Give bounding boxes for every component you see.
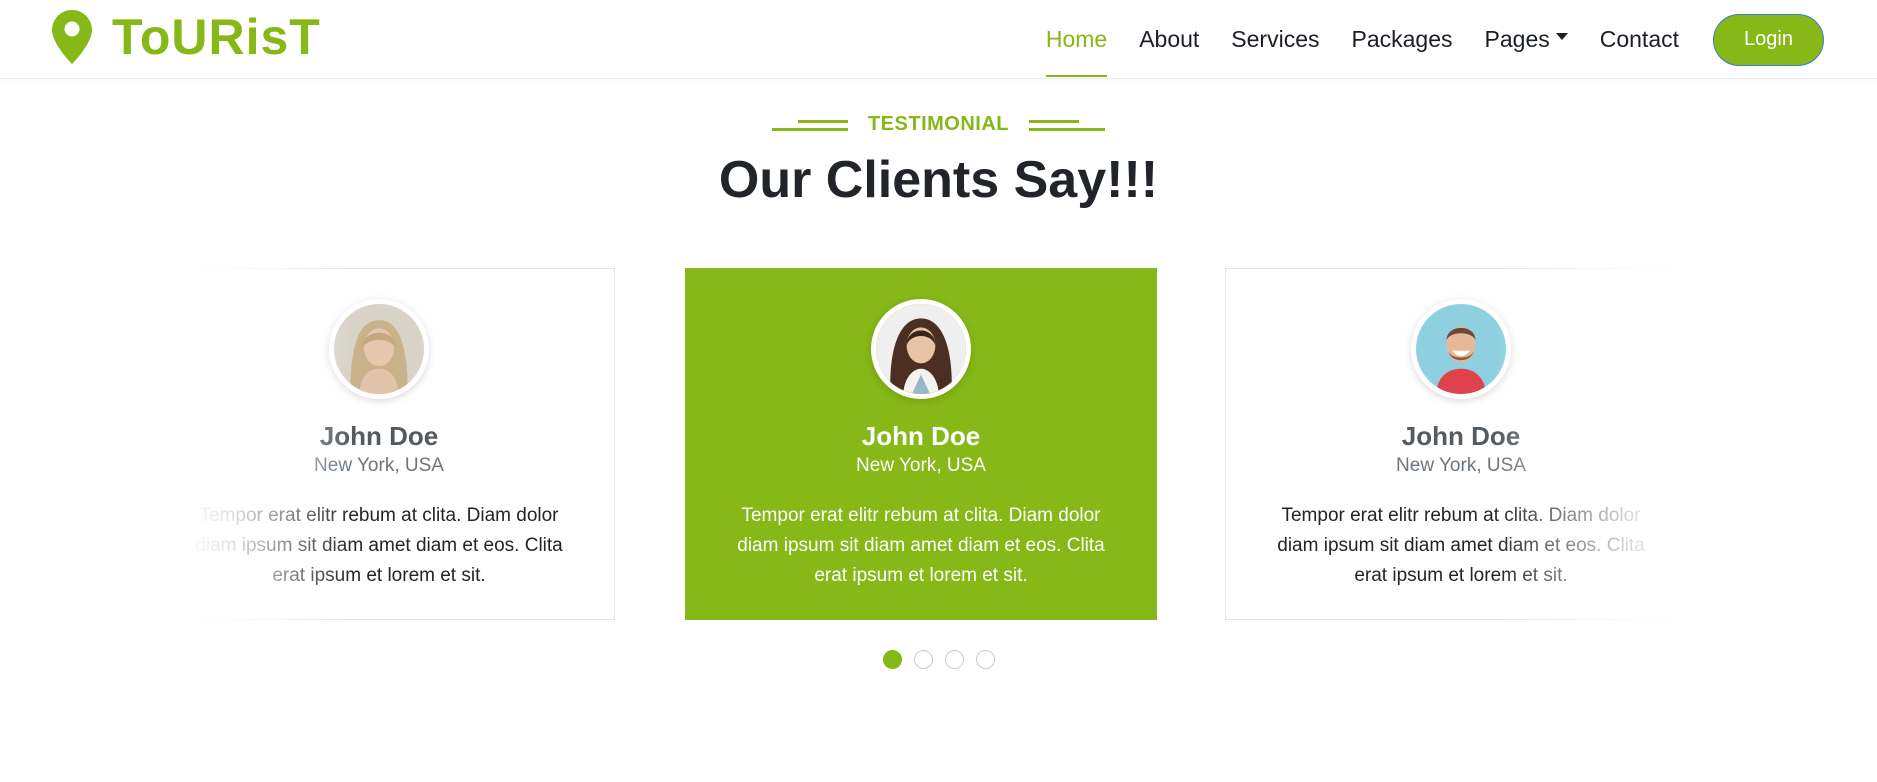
client-quote: Tempor erat elitr rebum at clita. Diam d…: [195, 505, 563, 586]
caret-down-icon: [1555, 33, 1568, 40]
avatar: [1411, 299, 1511, 399]
label-lines-right: [1029, 118, 1106, 132]
client-quote: Tempor erat elitr rebum at clita. Diam d…: [1277, 505, 1645, 586]
avatar: [329, 299, 429, 399]
nav-home[interactable]: Home: [1045, 0, 1108, 79]
carousel-dot-2[interactable]: [913, 650, 933, 669]
carousel-dot-1[interactable]: [882, 650, 902, 669]
nav-contact[interactable]: Contact: [1600, 0, 1679, 79]
testimonial-carousel[interactable]: John Doe New York, USA Tempor erat elitr…: [183, 268, 1695, 620]
client-quote: Tempor erat elitr rebum at clita. Diam d…: [737, 505, 1105, 586]
section-eyebrow: TESTIMONIAL: [867, 113, 1010, 135]
woman-brunette-avatar-icon: [876, 304, 966, 394]
client-name: John Doe: [1401, 421, 1521, 451]
client-name: John Doe: [861, 421, 981, 451]
nav-packages[interactable]: Packages: [1352, 0, 1453, 79]
section-label: TESTIMONIAL: [0, 113, 1877, 136]
label-lines-left: [771, 118, 848, 132]
avatar: [871, 299, 971, 399]
client-name: John Doe: [319, 421, 439, 451]
man-laughing-avatar-icon: [1416, 304, 1506, 394]
section-title: Our Clients Say!!!: [718, 151, 1159, 209]
client-location: New York, USA: [1396, 455, 1526, 476]
carousel-pagination: [0, 650, 1877, 669]
navbar: ToURisT Home About Services Packages Pag…: [0, 0, 1877, 79]
carousel-dot-3[interactable]: [944, 650, 964, 669]
nav-pages-dropdown[interactable]: Pages: [1485, 0, 1568, 79]
testimonial-card-active: John Doe New York, USA Tempor erat elitr…: [685, 268, 1157, 620]
login-button[interactable]: Login: [1713, 13, 1824, 66]
nav-about[interactable]: About: [1139, 0, 1199, 79]
client-location: New York, USA: [856, 455, 986, 476]
brand-logo[interactable]: ToURisT: [52, 10, 321, 64]
testimonial-card: John Doe New York, USA Tempor erat elitr…: [183, 268, 615, 620]
map-pin-icon: [52, 10, 92, 64]
main-nav: Home About Services Packages Pages Conta…: [1045, 0, 1824, 79]
nav-pages-label: Pages: [1484, 26, 1550, 52]
brand-name: ToURisT: [112, 9, 321, 65]
testimonial-card: John Doe New York, USA Tempor erat elitr…: [1225, 268, 1695, 620]
nav-services[interactable]: Services: [1231, 0, 1319, 79]
carousel-dot-4[interactable]: [975, 650, 995, 669]
client-location: New York, USA: [314, 455, 444, 476]
woman-blonde-avatar-icon: [334, 304, 424, 394]
